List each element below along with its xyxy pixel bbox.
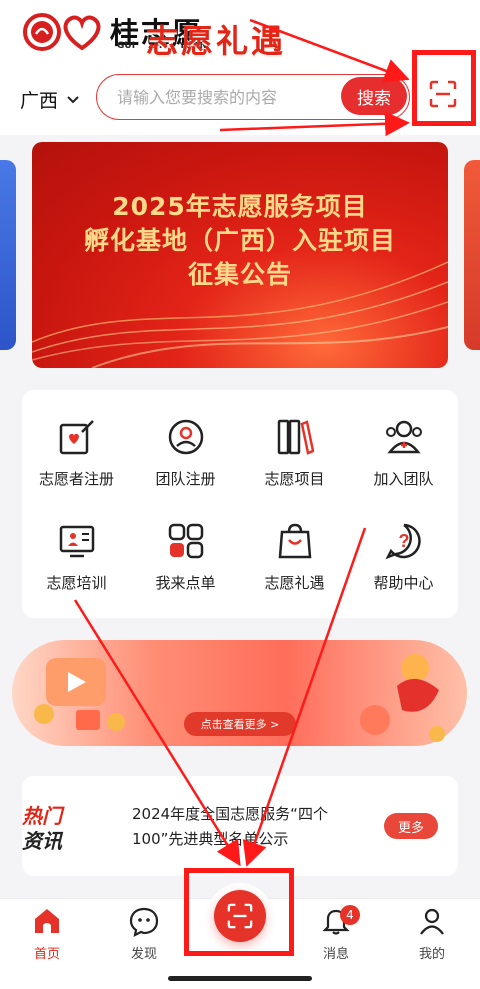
menu-label: 我来点单	[155, 574, 216, 592]
help-icon: ?	[384, 523, 421, 560]
menu-gift[interactable]: 志愿礼遇	[240, 494, 349, 594]
promo-character-illustration	[360, 654, 445, 742]
menu-label: 志愿礼遇	[264, 574, 325, 592]
banner-carousel[interactable]: 2025年志愿服务项目 孵化基地（广西）入驻项目 征集公告	[32, 142, 448, 368]
menu-volunteer-register[interactable]: 志愿者注册	[22, 390, 131, 490]
promo-more-button[interactable]: 点击查看更多 >	[184, 712, 296, 736]
logo-icon	[23, 13, 101, 51]
menu-volunteer-training[interactable]: 志愿培训	[22, 494, 131, 594]
menu-volunteer-project[interactable]: 志愿项目	[240, 390, 349, 490]
menu-order[interactable]: 我来点单	[131, 494, 240, 594]
promo-video-gift-illustration	[34, 658, 125, 731]
discover-icon	[129, 907, 159, 937]
pinyin-gui: GUI	[117, 41, 136, 51]
annotation-box-scan-top	[412, 50, 476, 126]
hot-news-headline[interactable]: 2024年度全国志愿服务“四个100”先进典型名单公示	[132, 802, 362, 852]
menu-team-register[interactable]: 团队注册	[131, 390, 240, 490]
home-icon	[35, 909, 59, 933]
tab-label: 首页	[33, 947, 60, 962]
volunteer-project-icon	[277, 419, 314, 455]
menu-label: 帮助中心	[373, 574, 434, 592]
banner-title-line-2: 孵化基地（广西）入驻项目	[83, 226, 396, 255]
tab-label: 我的	[418, 947, 445, 962]
promo-title: 志愿礼遇	[146, 22, 287, 60]
gift-bag-icon	[278, 523, 311, 559]
home-indicator	[168, 976, 312, 981]
region-selector[interactable]: 广西	[20, 86, 80, 113]
user-icon	[420, 908, 444, 935]
join-team-icon	[385, 420, 422, 454]
search-button[interactable]: 搜索	[341, 77, 407, 115]
tab-label: 发现	[130, 947, 157, 962]
tab-label: 消息	[322, 947, 349, 962]
menu-label: 志愿者注册	[38, 470, 114, 488]
menu-label: 志愿培训	[46, 574, 107, 592]
search-input[interactable]	[117, 87, 327, 107]
chevron-down-icon	[67, 95, 79, 103]
banner-next-peek[interactable]	[464, 160, 480, 350]
banner-title-line-3: 征集公告	[187, 260, 292, 289]
hot-news-tag-line-1: 热门	[22, 804, 62, 828]
message-count-badge: 4	[340, 905, 360, 925]
search-bar[interactable]: 搜索	[96, 74, 410, 120]
hot-news-tag-line-2: 资讯	[22, 829, 62, 853]
region-label: 广西	[20, 90, 59, 112]
banner-prev-peek[interactable]	[0, 160, 16, 350]
function-grid: 志愿者注册 团队注册 志愿项目 加入团队 志愿培训 我来点单 志愿礼遇 ? 帮助…	[22, 390, 458, 618]
svg-text:?: ?	[398, 531, 409, 551]
hot-news-tag: 热门 资讯	[22, 804, 92, 854]
menu-help[interactable]: ? 帮助中心	[349, 494, 458, 594]
news-more-button[interactable]: 更多	[384, 813, 438, 839]
menu-label: 加入团队	[373, 470, 434, 488]
team-register-icon	[168, 419, 203, 455]
menu-join-team[interactable]: 加入团队	[349, 390, 458, 490]
menu-label: 志愿项目	[264, 470, 325, 488]
banner-title-line-1: 2025年志愿服务项目	[112, 192, 368, 221]
annotation-box-scan-center	[184, 868, 294, 956]
tab-mine[interactable]: 我的	[402, 905, 462, 962]
tab-home[interactable]: 首页	[17, 905, 77, 962]
volunteer-training-icon	[59, 525, 94, 558]
volunteer-register-icon	[59, 420, 94, 455]
menu-label: 团队注册	[155, 470, 216, 488]
banner-title: 2025年志愿服务项目 孵化基地（广西）入驻项目 征集公告	[32, 190, 448, 292]
order-icon	[168, 523, 203, 559]
tab-discover[interactable]: 发现	[114, 905, 174, 962]
